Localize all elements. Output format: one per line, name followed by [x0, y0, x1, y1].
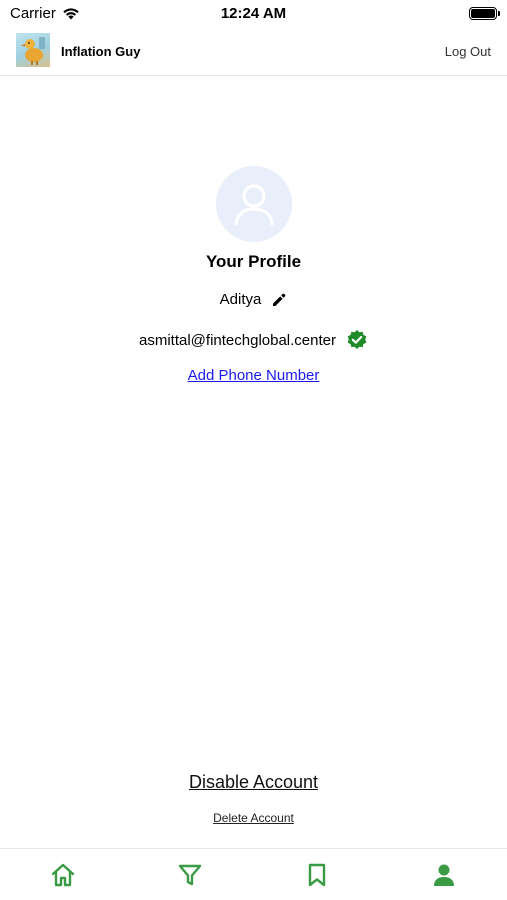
tab-bar — [0, 848, 507, 900]
pencil-icon[interactable] — [271, 292, 287, 308]
disable-account-container: Disable Account — [0, 772, 507, 793]
email-row: asmittal@fintechglobal.center — [0, 329, 507, 351]
add-phone-number-link[interactable]: Add Phone Number — [188, 367, 320, 384]
tab-bookmarks[interactable] — [254, 849, 381, 900]
tab-home[interactable] — [0, 849, 127, 900]
name-row: Aditya — [0, 291, 507, 308]
app-header: Inflation Guy Log Out — [0, 30, 507, 76]
tab-profile[interactable] — [380, 849, 507, 900]
duck-icon — [21, 37, 45, 65]
verified-badge-icon — [347, 330, 367, 349]
battery-icon — [469, 7, 500, 20]
delete-account-link[interactable]: Delete Account — [213, 811, 294, 825]
app-logo — [16, 33, 50, 67]
person-icon — [433, 864, 454, 886]
app-title: Inflation Guy — [61, 44, 141, 59]
avatar — [216, 166, 292, 242]
status-bar: Carrier 12:24 AM — [0, 0, 507, 28]
filter-icon — [178, 864, 202, 885]
tab-filter[interactable] — [127, 849, 254, 900]
profile-name: Aditya — [219, 291, 262, 308]
status-time: 12:24 AM — [220, 5, 287, 22]
delete-account-container: Delete Account — [0, 811, 507, 825]
add-phone-container: Add Phone Number — [0, 367, 507, 384]
home-icon — [52, 863, 75, 886]
logout-button[interactable]: Log Out — [445, 44, 491, 59]
profile-email: asmittal@fintechglobal.center — [139, 331, 336, 349]
page-title: Your Profile — [205, 252, 302, 271]
person-placeholder-icon — [234, 184, 274, 226]
bookmark-icon — [308, 863, 326, 886]
disable-account-link[interactable]: Disable Account — [189, 772, 318, 792]
